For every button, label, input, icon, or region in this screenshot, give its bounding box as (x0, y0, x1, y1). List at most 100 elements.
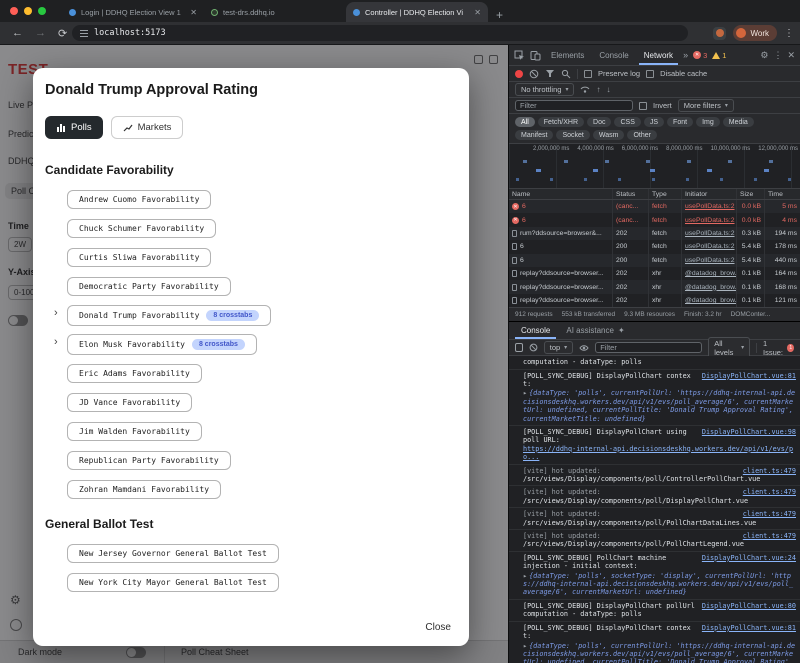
chip-fetch-xhr[interactable]: Fetch/XHR (537, 117, 585, 127)
source-link[interactable]: DisplayPollChart.vue:81 (702, 372, 796, 380)
tab-console[interactable]: Console (594, 45, 633, 65)
record-icon[interactable] (515, 69, 523, 78)
table-row[interactable]: rum?ddsource=browser&... 202 fetch usePo… (509, 226, 800, 241)
favorability-button[interactable]: Jim Walden Favorability (67, 421, 202, 441)
favorability-button[interactable]: Curtis Sliwa Favorability (67, 247, 212, 267)
more-filters-select[interactable]: More filters ▾ (677, 99, 734, 112)
favorability-button[interactable]: Zohran Mamdani Favorability (67, 479, 222, 499)
source-link[interactable]: client.ts:479 (743, 510, 796, 518)
console-message[interactable]: DisplayPollChart.vue:81 [POLL_SYNC_DEBUG… (509, 620, 800, 663)
console-messages[interactable]: computation - dataType: polls DisplayPol… (509, 356, 800, 663)
chip-other[interactable]: Other (627, 130, 657, 140)
table-row[interactable]: replay?ddsource=browser... 202 xhr @data… (509, 293, 800, 308)
devtools-menu-icon[interactable]: ⋮ (773, 50, 782, 61)
chip-socket[interactable]: Socket (556, 130, 590, 140)
export-har-icon[interactable]: ↓ (606, 85, 610, 94)
favorability-button[interactable]: JD Vance Favorability (67, 392, 193, 412)
devtools-settings-icon[interactable]: ⚙ (760, 50, 768, 61)
chip-font[interactable]: Font (667, 117, 694, 127)
disable-cache-checkbox[interactable] (646, 69, 655, 78)
address-bar[interactable]: localhost:5173 (72, 25, 688, 41)
initiator-link[interactable]: @datadog_brow... (685, 270, 736, 277)
favorability-button[interactable]: Donald Trump Favorability 8 crosstabs (67, 304, 272, 326)
console-sidebar-icon[interactable] (515, 343, 523, 353)
clear-console-icon[interactable] (529, 343, 538, 352)
table-row[interactable]: 6 200 fetch usePollData.ts:2 5.4 kB 440 … (509, 253, 800, 267)
favorability-button[interactable]: Chuck Schumer Favorability (67, 218, 217, 238)
tab-markets[interactable]: Markets (110, 116, 184, 139)
eye-icon[interactable] (579, 344, 589, 352)
tab-ai-assistance[interactable]: AI assistance ✦ (560, 322, 630, 339)
table-row[interactable]: ✕ 6 (canc... fetch usePollData.ts:2 0.0 k… (509, 200, 800, 214)
browser-tab-controller[interactable]: Controller | DDHQ Election Vi ✕ (346, 2, 488, 22)
back-icon[interactable]: ← (12, 27, 23, 39)
source-link[interactable]: DisplayPollChart.vue:98 (702, 428, 796, 436)
issues-badge[interactable]: 1 Issue: 1 (763, 339, 794, 357)
initiator-link[interactable]: usePollData.ts:2 (685, 243, 735, 250)
source-link[interactable]: DisplayPollChart.vue:81 (702, 624, 796, 632)
favorability-button[interactable]: Andrew Cuomo Favorability (67, 189, 212, 209)
throttling-select[interactable]: No throttling ▾ (515, 83, 575, 96)
expand-chevron-icon[interactable]: › (54, 336, 58, 348)
clear-icon[interactable] (529, 69, 539, 79)
profile-chip[interactable]: Work (733, 25, 777, 41)
chip-wasm[interactable]: Wasm (592, 130, 625, 140)
forward-icon[interactable]: → (35, 27, 46, 39)
chip-img[interactable]: Img (696, 117, 720, 127)
console-message[interactable]: client.ts:479 [vite] hot updated: /src/v… (509, 463, 800, 486)
favorability-button[interactable]: Democratic Party Favorability (67, 276, 231, 296)
source-link[interactable]: client.ts:479 (743, 532, 796, 540)
console-message[interactable]: client.ts:479 [vite] hot updated: /src/v… (509, 485, 800, 507)
source-link[interactable]: DisplayPollChart.vue:24 (702, 554, 796, 562)
context-select[interactable]: top ▾ (543, 341, 574, 355)
url-link[interactable]: https://ddhq-internal-api.decisionsdeskh… (523, 445, 793, 461)
close-button[interactable]: Close (425, 622, 451, 633)
favorability-button[interactable]: Republican Party Favorability (67, 450, 231, 470)
ballot-button[interactable]: New Jersey Governor General Ballot Test (67, 543, 279, 563)
network-overview-timeline[interactable]: 2,000,000 ms 4,000,000 ms 6,000,000 ms 8… (509, 144, 800, 189)
favorability-button[interactable]: Eric Adams Favorability (67, 363, 202, 383)
initiator-link[interactable]: usePollData.ts:2 (685, 230, 735, 237)
initiator-link[interactable]: usePollData.ts:2 (685, 203, 735, 210)
new-tab-button[interactable]: + (496, 8, 503, 22)
maximize-window-button[interactable] (38, 7, 46, 15)
console-message[interactable]: computation - dataType: polls (509, 356, 800, 368)
source-link[interactable]: client.ts:479 (743, 488, 796, 496)
table-row[interactable]: replay?ddsource=browser... 202 xhr @data… (509, 280, 800, 294)
network-conditions-icon[interactable] (580, 85, 590, 94)
table-row[interactable]: replay?ddsource=browser... 202 xhr @data… (509, 266, 800, 281)
browser-menu-icon[interactable]: ⋮ (784, 28, 794, 39)
chip-media[interactable]: Media (722, 117, 754, 127)
chip-manifest[interactable]: Manifest (515, 130, 554, 140)
device-toolbar-icon[interactable] (530, 50, 541, 61)
disclosure-icon[interactable]: ▸ (523, 389, 527, 397)
chip-css[interactable]: CSS (614, 117, 641, 127)
extension-icon[interactable] (713, 26, 727, 40)
source-link[interactable]: client.ts:479 (743, 467, 796, 475)
network-table-header[interactable]: Name Status Type Initiator Size Time (509, 189, 800, 200)
initiator-link[interactable]: usePollData.ts:2 (685, 257, 735, 264)
initiator-link[interactable]: usePollData.ts:2 (685, 217, 735, 224)
console-message[interactable]: client.ts:479 [vite] hot updated: /src/v… (509, 507, 800, 529)
site-info-icon[interactable] (80, 29, 88, 37)
expand-chevron-icon[interactable]: › (54, 307, 58, 319)
chip-all[interactable]: All (515, 117, 535, 127)
tab-polls[interactable]: Polls (45, 116, 103, 139)
favorability-button[interactable]: Elon Musk Favorability 8 crosstabs (67, 333, 257, 355)
tab-console-drawer[interactable]: Console (515, 322, 556, 339)
console-message[interactable]: DisplayPollChart.vue:81 [POLL_SYNC_DEBUG… (509, 368, 800, 425)
tab-close-icon[interactable]: ✕ (190, 8, 197, 17)
more-panels-icon[interactable]: » (683, 50, 688, 60)
chip-doc[interactable]: Doc (587, 117, 612, 127)
network-filter-input[interactable] (515, 100, 633, 111)
console-message[interactable]: DisplayPollChart.vue:80 [POLL_SYNC_DEBUG… (509, 598, 800, 621)
import-har-icon[interactable]: ↑ (596, 85, 600, 94)
search-icon[interactable] (561, 69, 571, 79)
preserve-log-checkbox[interactable] (584, 69, 592, 78)
table-row[interactable]: 6 200 fetch usePollData.ts:2 5.4 kB 178 … (509, 240, 800, 254)
inspect-element-icon[interactable] (514, 50, 525, 61)
console-message[interactable]: client.ts:479 [vite] hot updated: /src/v… (509, 529, 800, 551)
tab-elements[interactable]: Elements (546, 45, 589, 65)
browser-tab-login[interactable]: Login | DDHQ Election View 1 ✕ (62, 2, 204, 22)
tab-close-icon[interactable]: ✕ (474, 8, 481, 17)
